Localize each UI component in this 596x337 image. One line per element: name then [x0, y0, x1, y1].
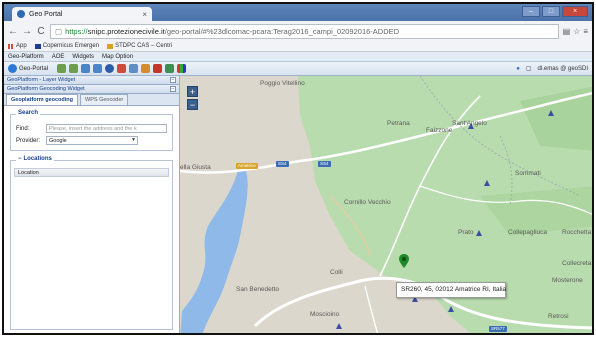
app-menu-bar: Geo-Platform AOE Widgets Map Option: [4, 52, 592, 62]
marker-tool-icon[interactable]: [153, 64, 163, 73]
zoom-out-tool-icon[interactable]: [69, 64, 79, 73]
bookmark-apps[interactable]: App: [8, 43, 27, 49]
globe-icon[interactable]: ●: [516, 66, 520, 72]
tab-strip: Geo Portal × – □ ×: [4, 4, 592, 21]
tab-geoplatform-geocoding[interactable]: Geoplatform geocoding: [6, 94, 79, 105]
browser-tab[interactable]: Geo Portal ×: [12, 7, 152, 21]
search-legend: Search: [16, 110, 41, 116]
place-label: Colli: [330, 269, 343, 276]
translate-icon[interactable]: ▤: [563, 27, 571, 36]
collapse-icon[interactable]: −: [170, 77, 176, 83]
popup-text: SR260, 45, 02012 Amatrice RI, Italia: [401, 286, 507, 293]
place-label: Moscioino: [310, 311, 340, 318]
bookmarks-bar: App Copernicus Emergen STDPC CAS – Centr…: [4, 41, 592, 52]
menu-aoe[interactable]: AOE: [52, 54, 65, 60]
image-tool-icon[interactable]: [165, 64, 175, 73]
location-popup[interactable]: SR260, 45, 02012 Amatrice RI, Italia: [396, 282, 506, 298]
menu-widgets[interactable]: Widgets: [72, 54, 94, 60]
place-label: Petrana: [387, 120, 410, 127]
map-canvas[interactable]: + − Poggio Vitellino Petrana Faizzone Sa…: [180, 76, 592, 333]
browser-window: Geo Portal × – □ × ← → C ▢ https:// snip…: [2, 2, 594, 335]
provider-select[interactable]: Google ▼: [46, 136, 138, 145]
layers-tool-icon[interactable]: [129, 64, 139, 73]
edit-tool-icon[interactable]: [141, 64, 151, 73]
page-icon: ▢: [55, 26, 63, 36]
favicon-icon: [17, 10, 25, 18]
chevron-down-icon: ▼: [131, 137, 136, 143]
menu-icon[interactable]: ≡: [583, 27, 588, 36]
road-shield: SR577: [489, 326, 507, 332]
place-label: ella Giusta: [180, 164, 211, 171]
find-label: Find:: [16, 125, 30, 132]
zoom-out-button[interactable]: −: [187, 99, 198, 110]
place-label: Prato: [458, 229, 474, 236]
tab-wps-geocoder[interactable]: WPS Geocoder: [80, 94, 129, 105]
place-label: Collecreta: [562, 260, 592, 267]
maximize-button[interactable]: □: [542, 6, 560, 17]
collapse-toggle-icon[interactable]: −: [18, 156, 22, 162]
flag-tool-icon[interactable]: [117, 64, 127, 73]
forward-icon[interactable]: →: [22, 26, 32, 37]
place-label: Sant'Angelo: [452, 120, 487, 127]
grid-tool-icon[interactable]: [177, 64, 187, 73]
collapse-icon[interactable]: −: [170, 86, 176, 92]
tab-title: Geo Portal: [29, 10, 63, 18]
find-input[interactable]: Please, insert the address and the k: [46, 124, 167, 133]
road-shield: Amatrice: [236, 163, 258, 169]
place-label: Cornillo Vecchio: [344, 199, 391, 206]
pan-tool-icon[interactable]: [81, 64, 91, 73]
place-label: Faizzone: [426, 127, 453, 134]
bookmark-stdpc[interactable]: STDPC CAS – Centri: [107, 43, 172, 49]
close-tab-icon[interactable]: ×: [142, 10, 147, 19]
minimize-button[interactable]: –: [522, 6, 540, 17]
left-panel: GeoPlatform - Layer Widget − GeoPlatform…: [4, 76, 180, 333]
location-pin-icon[interactable]: [399, 254, 409, 268]
brand: Geo-Portal: [8, 64, 48, 73]
locations-fieldset: − Locations Location: [10, 156, 173, 330]
locations-legend[interactable]: − Locations: [16, 156, 54, 162]
navigation-bar: ← → C ▢ https:// snipc.protezionecivile.…: [4, 21, 592, 41]
road-shield: SS4: [276, 161, 289, 167]
layer-widget-header[interactable]: GeoPlatform - Layer Widget −: [4, 76, 179, 85]
place-label: Collepagliuca: [508, 229, 548, 236]
place-label: Mosterone: [552, 277, 583, 284]
provider-label: Provider:: [16, 137, 41, 144]
geocoding-tabs: Geoplatform geocoding WPS Geocoder: [4, 94, 179, 106]
reload-icon[interactable]: C: [36, 26, 46, 37]
zoom-in-tool-icon[interactable]: [57, 64, 67, 73]
copernicus-icon: [34, 43, 41, 49]
address-bar[interactable]: ▢ https:// snipc.protezionecivile.it /ge…: [50, 23, 559, 39]
locations-column-header[interactable]: Location: [14, 168, 169, 177]
search-fieldset: Search Find: Please, insert the address …: [10, 110, 173, 151]
measure-tool-icon[interactable]: [93, 64, 103, 73]
info-tool-icon[interactable]: [105, 64, 115, 73]
bookmark-copernicus[interactable]: Copernicus Emergen: [34, 43, 99, 49]
menu-map-option[interactable]: Map Option: [102, 54, 133, 60]
url-scheme: https://: [65, 26, 88, 36]
back-icon[interactable]: ←: [8, 26, 18, 37]
url-host: snipc.protezionecivile.it: [87, 26, 165, 36]
url-path: /geo-portal/#%23dlcomac-pcara:Terag2016_…: [164, 26, 400, 36]
zoom-in-button[interactable]: +: [187, 86, 198, 97]
apps-grid-icon: [8, 43, 14, 49]
star-icon[interactable]: ☆: [573, 27, 580, 36]
geocoding-widget-header[interactable]: GeoPlatform Geocoding Widget −: [4, 85, 179, 94]
place-label: Retrosi: [548, 313, 569, 320]
stdpc-icon: [107, 43, 114, 49]
settings-icon[interactable]: ▢: [526, 65, 532, 72]
map-toolbar: Geo-Portal ● ▢ dl.emas @ geoSDI: [4, 62, 592, 76]
close-window-button[interactable]: ×: [562, 6, 588, 17]
place-label: San Benedetto: [236, 286, 280, 293]
place-label: Poggio Vitellino: [260, 80, 305, 87]
place-label: Rocchetta: [562, 229, 592, 236]
place-label: Sommati: [515, 170, 541, 177]
geo-portal-logo-icon: [8, 64, 17, 73]
menu-geo-platform[interactable]: Geo-Platform: [8, 54, 44, 60]
user-label[interactable]: dl.emas @ geoSDI: [538, 66, 588, 72]
zoom-controls: + −: [187, 86, 198, 112]
road-shield: SS4: [318, 161, 331, 167]
window-controls: – □ ×: [522, 6, 588, 17]
